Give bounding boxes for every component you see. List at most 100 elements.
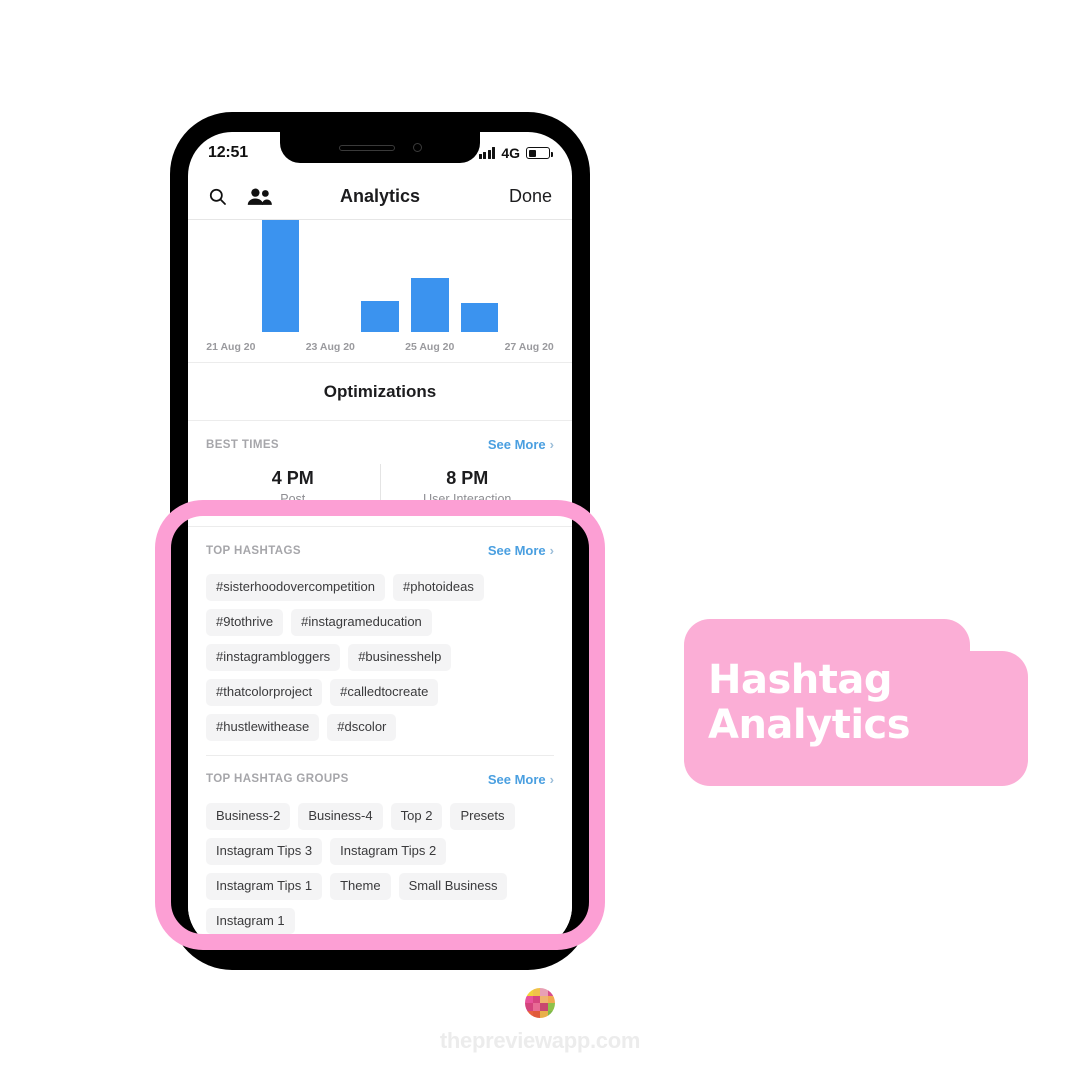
status-bar: 12:51 4G: [188, 132, 572, 174]
best-time-post-value: 4 PM: [271, 468, 314, 488]
chart-x-tick-label: 25 Aug 20: [405, 341, 455, 353]
nav-bar: Analytics Done: [188, 174, 572, 220]
hashtag-analytics-badge: Hashtag Analytics: [684, 619, 1028, 786]
chart-bar-slot: [355, 220, 405, 332]
phone-mockup: 12:51 4G Analytics Done 21 Aug 20 23 Aug…: [170, 112, 590, 970]
logo-tile: [525, 995, 533, 1003]
top-hashtag-groups-see-more-link[interactable]: See More ›: [488, 772, 554, 787]
preview-app-logo-icon: [525, 988, 555, 1018]
logo-tile: [547, 995, 555, 1003]
optimizations-title: Optimizations: [323, 381, 437, 401]
best-times-values: 4 PM Post 8 PM User Interaction: [188, 456, 572, 527]
hashtag-group-chip[interactable]: Instagram Tips 1: [206, 872, 323, 900]
optimizations-header: Optimizations: [188, 363, 572, 421]
signal-bars-icon: [478, 147, 496, 159]
hashtag-chip[interactable]: #sisterhoodovercompetition: [206, 574, 385, 601]
chart-x-tick-label: 27 Aug 20: [504, 341, 554, 353]
hashtag-group-chip[interactable]: Instagram 1: [206, 907, 295, 935]
chart-plot-area: [206, 220, 554, 332]
best-times-see-more-link[interactable]: See More ›: [488, 437, 554, 452]
chart-x-tick-label: 21 Aug 20: [206, 341, 256, 353]
logo-tile: [532, 1003, 540, 1011]
see-more-label: See More: [487, 771, 546, 787]
chart-bar: [361, 300, 399, 332]
hashtag-group-chip[interactable]: Instagram Tips 3: [206, 837, 323, 865]
hashtag-chip[interactable]: #thatcolorproject: [206, 678, 323, 706]
top-hashtags-chip-list: #sisterhoodovercompetition #photoideas #9t…: [188, 562, 572, 755]
hashtag-group-chip[interactable]: Theme: [330, 872, 391, 900]
hashtag-chip[interactable]: #9tothrive: [206, 608, 284, 636]
top-hashtags-label: TOP HASHTAGS: [206, 544, 301, 557]
best-time-interaction-caption: User Interaction: [423, 492, 512, 506]
chevron-right-icon: ›: [549, 771, 554, 787]
best-time-interaction-value: 8 PM: [446, 468, 489, 488]
earpiece-speaker: [338, 144, 395, 151]
chart-bar-slot: [405, 220, 455, 332]
chart-bar-slot: [206, 220, 256, 332]
hashtag-chip[interactable]: #photoideas: [392, 574, 484, 601]
hashtag-group-chip[interactable]: Presets: [450, 802, 515, 830]
scroll-content[interactable]: 21 Aug 2022 Aug 2023 Aug 2024 Aug 2025 A…: [188, 220, 572, 950]
chart-bar-slot: [305, 220, 355, 332]
phone-notch: [280, 132, 480, 163]
logo-tile: [547, 1010, 555, 1018]
logo-tile: [540, 988, 548, 996]
battery-icon: [526, 147, 553, 159]
hashtag-chip[interactable]: #calledtocreate: [330, 678, 439, 706]
hashtag-group-chip[interactable]: Instagram Tips 2: [330, 837, 447, 865]
status-time: 12:51: [208, 144, 248, 161]
top-hashtag-groups-label: TOP HASHTAG GROUPS: [206, 773, 349, 786]
logo-tile: [525, 988, 533, 996]
hashtag-group-chip[interactable]: Top 2: [390, 802, 443, 830]
chart-bar: [410, 278, 449, 332]
chart-x-tick-spacer: 22 Aug 20: [256, 341, 306, 353]
phone-screen: 12:51 4G Analytics Done 21 Aug 20 23 Aug…: [188, 132, 572, 950]
chevron-right-icon: ›: [549, 543, 554, 558]
top-hashtags-see-more-link[interactable]: See More ›: [488, 543, 554, 558]
front-camera-icon: [412, 143, 422, 152]
hashtag-chip[interactable]: #instagrambloggers: [206, 643, 341, 671]
network-label: 4G: [501, 145, 520, 161]
hashtag-chip[interactable]: #dscolor: [327, 713, 397, 741]
hashtag-group-chip[interactable]: Business-4: [298, 802, 383, 830]
logo-tile: [532, 988, 540, 996]
footer-url: thepreviewapp.com: [439, 1028, 641, 1053]
status-indicators: 4G: [478, 145, 553, 161]
top-hashtag-groups-header: TOP HASHTAG GROUPS See More ›: [188, 756, 572, 791]
best-time-post-caption: Post: [280, 492, 306, 506]
logo-tile: [525, 1003, 533, 1011]
search-icon[interactable]: [208, 187, 227, 206]
see-more-label: See More: [487, 437, 546, 452]
chart-x-tick-spacer: 26 Aug 20: [455, 341, 505, 353]
hashtag-group-chip[interactable]: Small Business: [398, 872, 508, 900]
top-hashtags-header: TOP HASHTAGS See More ›: [188, 527, 572, 562]
chart-bar-slot: [256, 220, 306, 332]
hashtag-chip[interactable]: #hustlewithease: [206, 713, 320, 741]
badge-line-1: Hashtag: [708, 656, 893, 703]
logo-tile: [540, 995, 548, 1003]
see-more-label: See More: [487, 543, 546, 558]
chart-bar-slot: [504, 220, 554, 332]
nav-left-actions: [208, 187, 273, 206]
hashtag-group-chip[interactable]: Business-2: [206, 802, 291, 830]
logo-tile: [532, 1010, 540, 1018]
chevron-right-icon: ›: [549, 437, 554, 452]
chart-bar: [261, 220, 300, 332]
best-times-header: BEST TIMES See More ›: [188, 421, 572, 456]
done-button[interactable]: Done: [509, 186, 552, 207]
hashtag-chip[interactable]: #instagrameducation: [291, 608, 432, 636]
badge-line-2: Analytics: [708, 701, 911, 748]
footer: thepreviewapp.com: [0, 988, 1080, 1054]
logo-tile: [547, 1003, 555, 1011]
badge-text: Hashtag Analytics: [684, 619, 970, 786]
logo-tile: [540, 1003, 548, 1011]
logo-tile: [532, 995, 540, 1003]
analytics-bar-chart: 21 Aug 2022 Aug 2023 Aug 2024 Aug 2025 A…: [188, 220, 572, 363]
best-times-label: BEST TIMES: [206, 438, 280, 451]
best-time-post: 4 PM Post: [206, 464, 380, 510]
logo-tile: [547, 988, 555, 996]
logo-tile: [540, 1010, 548, 1018]
hashtag-chip[interactable]: #businesshelp: [348, 643, 452, 671]
people-icon[interactable]: [247, 187, 273, 206]
top-hashtag-groups-chip-list: Business-2 Business-4 Top 2 Presets Instagra…: [188, 791, 572, 949]
